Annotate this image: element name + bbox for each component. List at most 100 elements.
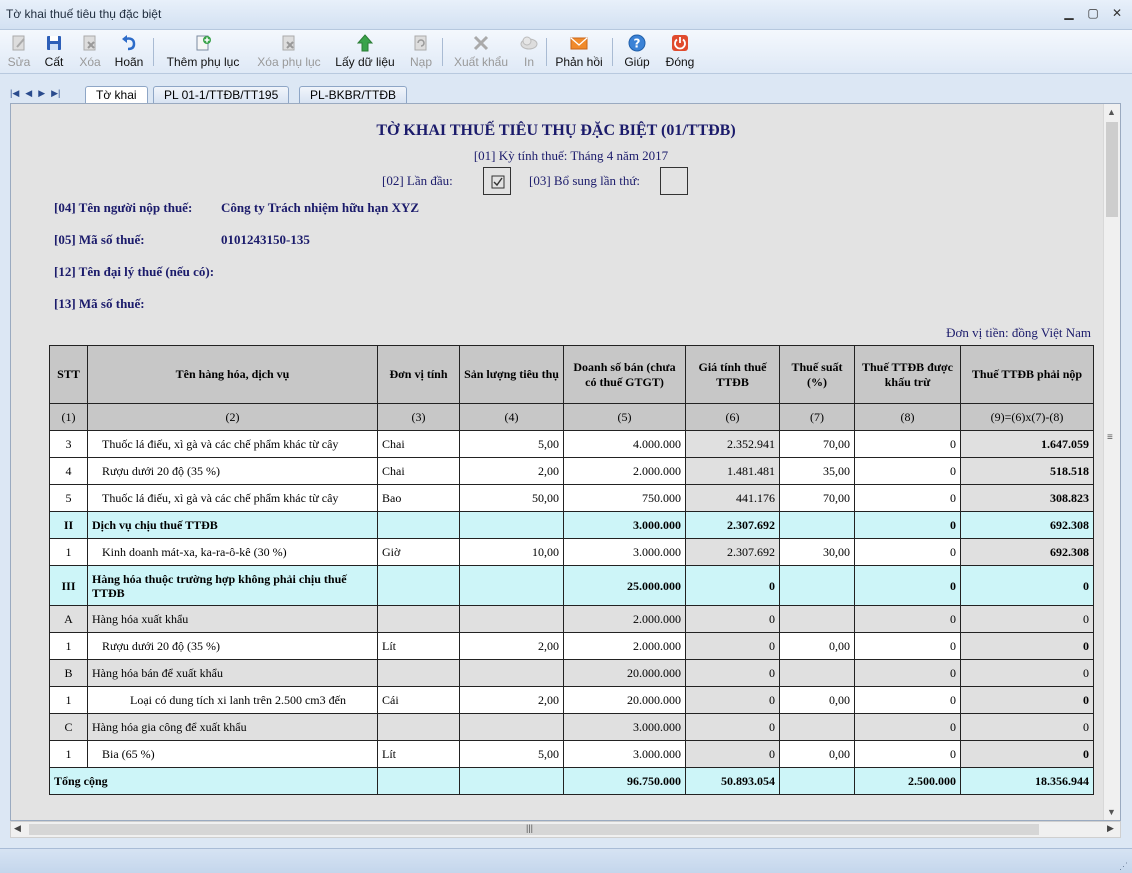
cell-name[interactable]: Bia (65 %): [87, 740, 378, 768]
cell-rate[interactable]: 35,00: [779, 457, 855, 485]
cell-unit[interactable]: Lít: [377, 632, 460, 660]
sheet-tab-bar: |◀ ◀ ▶ ▶| Tờ khai PL 01-1/TTĐB/TT195 PL-…: [8, 86, 1124, 103]
cell-price: 0: [685, 713, 780, 741]
resize-grip-icon[interactable]: ⋰: [1119, 861, 1128, 872]
minimize-button[interactable]: ▁: [1062, 6, 1076, 20]
cell-name[interactable]: Rượu dưới 20 độ (35 %): [87, 632, 378, 660]
cell-qty[interactable]: 2,00: [459, 457, 564, 485]
cell-unit[interactable]: Bao: [377, 484, 460, 512]
last-tab-icon[interactable]: ▶|: [51, 88, 60, 99]
save-button[interactable]: Cất: [42, 32, 66, 72]
cell-sales[interactable]: 3.000.000: [563, 740, 686, 768]
cell-qty[interactable]: 10,00: [459, 538, 564, 566]
cell-unit[interactable]: Chai: [377, 457, 460, 485]
cell-qty[interactable]: 2,00: [459, 632, 564, 660]
cell-sales[interactable]: 750.000: [563, 484, 686, 512]
help-icon: ?: [628, 34, 646, 52]
toolbar-separator: [546, 38, 547, 66]
first-tab-icon[interactable]: |◀: [10, 88, 19, 99]
cell-sales[interactable]: 3.000.000: [563, 538, 686, 566]
export-button[interactable]: Xuất khẩu: [451, 32, 511, 72]
cell-pay: 518.518: [960, 457, 1094, 485]
cell-name[interactable]: Thuốc lá điếu, xì gà và các chế phẩm khá…: [87, 430, 378, 458]
cell-sales[interactable]: 2.000.000: [563, 457, 686, 485]
header-price: Giá tính thuế TTĐB: [685, 345, 780, 404]
add-appendix-button[interactable]: Thêm phụ lục: [163, 32, 243, 72]
cell-rate[interactable]: 70,00: [779, 484, 855, 512]
supplement-input[interactable]: [660, 167, 688, 195]
next-tab-icon[interactable]: ▶: [38, 88, 45, 99]
cell-pay: 0: [960, 659, 1094, 687]
delete-icon: [83, 35, 96, 51]
cell-qty: [459, 713, 564, 741]
get-data-button[interactable]: Lấy dữ liệu: [332, 32, 398, 72]
horizontal-scroll-thumb[interactable]: [29, 824, 1039, 835]
horizontal-scrollbar[interactable]: ◀ ||| ▶: [10, 821, 1121, 838]
scroll-left-icon[interactable]: ◀: [14, 823, 21, 834]
check-icon: [491, 175, 505, 189]
table-row: B Hàng hóa bán để xuất khẩu 20.000.000 0 0 0: [49, 659, 1094, 687]
edit-button[interactable]: Sửa: [6, 32, 32, 72]
cell-qty[interactable]: 50,00: [459, 484, 564, 512]
prev-tab-icon[interactable]: ◀: [25, 88, 32, 99]
maximize-button[interactable]: ▢: [1086, 6, 1100, 20]
first-time-checkbox[interactable]: [483, 167, 511, 195]
cell-name[interactable]: Kinh doanh mát-xa, ka-ra-ô-kê (30 %): [87, 538, 378, 566]
cell-unit: [377, 511, 460, 539]
submit-button[interactable]: Nạp: [406, 32, 436, 72]
cell-unit[interactable]: Chai: [377, 430, 460, 458]
tab-pl-bkbr[interactable]: PL-BKBR/TTĐB: [299, 86, 408, 103]
scroll-up-icon[interactable]: ▲: [1107, 107, 1116, 117]
cell-stt: 1: [49, 740, 88, 768]
feedback-button[interactable]: Phản hồi: [553, 32, 605, 72]
cell-qty[interactable]: 5,00: [459, 740, 564, 768]
vertical-scrollbar[interactable]: ▲ ≡ ▼: [1103, 104, 1120, 820]
print-button[interactable]: In: [518, 32, 540, 72]
cell-qty[interactable]: 2,00: [459, 686, 564, 714]
scroll-right-icon[interactable]: ▶: [1107, 823, 1114, 834]
close-button[interactable]: Đóng: [662, 32, 698, 72]
tax-period: [01] Kỳ tính thuế: Tháng 4 năm 2017: [11, 148, 1120, 164]
tab-to-khai[interactable]: Tờ khai: [85, 86, 148, 103]
help-button[interactable]: ? Giúp: [621, 32, 653, 72]
index-cell: (5): [563, 403, 686, 431]
cell-sales[interactable]: 4.000.000: [563, 430, 686, 458]
cell-stt: 1: [49, 686, 88, 714]
vertical-scroll-thumb[interactable]: [1106, 122, 1118, 217]
cell-qty: [459, 565, 564, 606]
cell-qty[interactable]: 5,00: [459, 430, 564, 458]
cell-unit[interactable]: Giờ: [377, 538, 460, 566]
cell-rate[interactable]: 0,00: [779, 632, 855, 660]
close-window-button[interactable]: ✕: [1110, 6, 1124, 20]
cell-unit[interactable]: Lít: [377, 740, 460, 768]
cell-rate[interactable]: 0,00: [779, 686, 855, 714]
cell-name: Dịch vụ chịu thuế TTĐB: [87, 511, 378, 539]
scroll-down-icon[interactable]: ▼: [1107, 807, 1116, 817]
toolbar: Sửa Cất Xóa Hoãn Thêm phụ lục Xóa phụ lụ…: [0, 30, 1132, 74]
cell-name[interactable]: Loại có dung tích xi lanh trên 2.500 cm3…: [87, 686, 378, 714]
remove-appendix-button[interactable]: Xóa phụ lục: [253, 32, 325, 72]
cell-stt: 5: [49, 484, 88, 512]
index-cell: (8): [854, 403, 961, 431]
grip-icon: ≡: [1107, 432, 1113, 443]
cell-name[interactable]: Rượu dưới 20 độ (35 %): [87, 457, 378, 485]
cell-rate[interactable]: 70,00: [779, 430, 855, 458]
cell-rate: [779, 713, 855, 741]
cell-sales[interactable]: 2.000.000: [563, 632, 686, 660]
cell-sales[interactable]: 20.000.000: [563, 686, 686, 714]
delete-button[interactable]: Xóa: [77, 32, 103, 72]
toolbar-separator: [153, 38, 154, 66]
cell-stt: III: [49, 565, 88, 606]
cell-rate[interactable]: 30,00: [779, 538, 855, 566]
cell-unit[interactable]: Cái: [377, 686, 460, 714]
undo-button[interactable]: Hoãn: [112, 32, 146, 72]
table-row: III Hàng hóa thuộc trường hợp không phải …: [49, 565, 1094, 606]
tax-code-value: 0101243150-135: [221, 232, 310, 247]
cell-name[interactable]: Thuốc lá điếu, xì gà và các chế phẩm khá…: [87, 484, 378, 512]
tab-pl-01-1[interactable]: PL 01-1/TTĐB/TT195: [153, 86, 290, 103]
cell-deduct: 0: [854, 430, 961, 458]
table-header-row: STT Tên hàng hóa, dịch vụ Đơn vị tính Sả…: [49, 345, 1094, 404]
table-row: 1 Loại có dung tích xi lanh trên 2.500 cm…: [49, 686, 1094, 714]
cell-rate[interactable]: 0,00: [779, 740, 855, 768]
cell-deduct: 0: [854, 538, 961, 566]
